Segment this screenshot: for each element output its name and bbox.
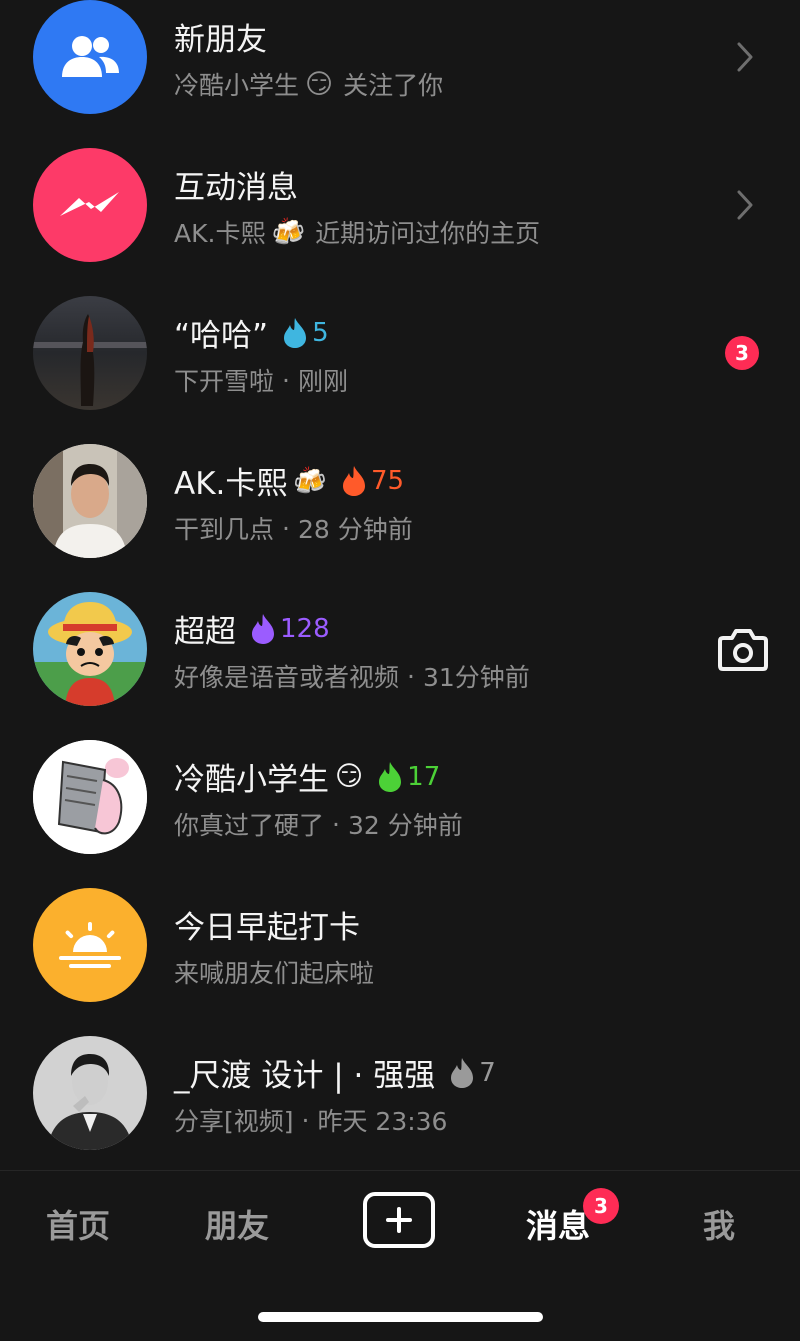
avatar	[33, 740, 147, 854]
create-button[interactable]	[363, 1192, 435, 1248]
avatar	[33, 444, 147, 558]
chat-preview: 干到几点 · 28 分钟前	[174, 513, 413, 545]
streak-badge: 5	[282, 317, 329, 349]
beer-emoji: 🍻	[293, 465, 328, 497]
chat-name: 超超 128	[174, 613, 330, 650]
avatar	[33, 592, 147, 706]
conversation-list: 新朋友 冷酷小学生 😏 关注了你 互动消息 AK.卡熙 🍻 近期访问过你的主页	[0, 0, 800, 1150]
chat-name: _尺渡 设计 | · 强强 7	[174, 1057, 496, 1094]
flame-icon	[284, 317, 307, 348]
beer-emoji: 🍻	[271, 217, 306, 248]
streak-badge: 7	[449, 1057, 496, 1089]
smirk-emoji: 😏	[335, 761, 364, 792]
new-friends-title: 新朋友	[174, 22, 267, 58]
list-item-chat[interactable]: “哈哈” 5 下开雪啦 · 刚刚 3	[0, 296, 800, 444]
streak-badge: 128	[250, 613, 330, 645]
interactions-subtitle: AK.卡熙 🍻 近期访问过你的主页	[174, 217, 541, 248]
home-indicator	[258, 1312, 543, 1322]
chat-preview: 你真过了硬了 · 32 分钟前	[174, 809, 463, 841]
tab-me[interactable]: 我	[703, 1201, 735, 1247]
sunrise-icon	[59, 922, 121, 968]
unread-badge: 3	[725, 336, 759, 370]
chat-preview: 下开雪啦 · 刚刚	[174, 365, 348, 397]
interactions-title: 互动消息	[174, 170, 298, 206]
interactions-avatar	[33, 148, 147, 262]
chevron-right-icon	[737, 42, 753, 72]
chevron-right-icon	[737, 190, 753, 220]
new-friends-subtitle: 冷酷小学生 😏 关注了你	[174, 68, 444, 101]
flame-icon	[451, 1057, 474, 1088]
morning-checkin-avatar	[33, 888, 147, 1002]
camera-icon[interactable]	[717, 626, 769, 672]
list-item-morning-checkin[interactable]: 今日早起打卡 来喊朋友们起床啦	[0, 888, 800, 1036]
chat-preview: 好像是语音或者视频 · 31分钟前	[174, 661, 530, 693]
people-icon	[62, 36, 119, 77]
chat-name: “哈哈” 5	[174, 317, 329, 354]
smirk-emoji: 😏	[305, 68, 334, 100]
list-item-chat[interactable]: 超超 128 好像是语音或者视频 · 31分钟前	[0, 592, 800, 740]
morning-checkin-subtitle: 来喊朋友们起床啦	[174, 959, 375, 988]
flame-icon	[379, 761, 402, 792]
morning-checkin-title: 今日早起打卡	[174, 910, 360, 946]
chat-name: 冷酷小学生 😏 17	[174, 761, 441, 798]
tab-home[interactable]: 首页	[46, 1201, 110, 1247]
messenger-bolt-icon	[60, 192, 119, 216]
messages-badge: 3	[583, 1188, 619, 1224]
avatar	[33, 1036, 147, 1150]
tab-friends[interactable]: 朋友	[205, 1201, 269, 1247]
avatar	[33, 296, 147, 410]
list-item-new-friends[interactable]: 新朋友 冷酷小学生 😏 关注了你	[0, 0, 800, 148]
new-friends-avatar	[33, 0, 147, 114]
list-item-chat[interactable]: _尺渡 设计 | · 强强 7 分享[视频] · 昨天 23:36	[0, 1036, 800, 1184]
list-item-chat[interactable]: 冷酷小学生 😏 17 你真过了硬了 · 32 分钟前	[0, 740, 800, 888]
streak-badge: 75	[341, 465, 404, 497]
chat-name: AK.卡熙 🍻 75	[174, 465, 405, 502]
list-item-interactions[interactable]: 互动消息 AK.卡熙 🍻 近期访问过你的主页	[0, 148, 800, 296]
chat-preview: 分享[视频] · 昨天 23:36	[174, 1105, 448, 1137]
tab-messages[interactable]: 消息	[526, 1201, 590, 1247]
plus-icon	[386, 1207, 412, 1233]
streak-badge: 17	[377, 761, 440, 793]
list-item-chat[interactable]: AK.卡熙 🍻 75 干到几点 · 28 分钟前	[0, 444, 800, 592]
flame-icon	[343, 465, 366, 496]
flame-icon	[252, 613, 274, 644]
